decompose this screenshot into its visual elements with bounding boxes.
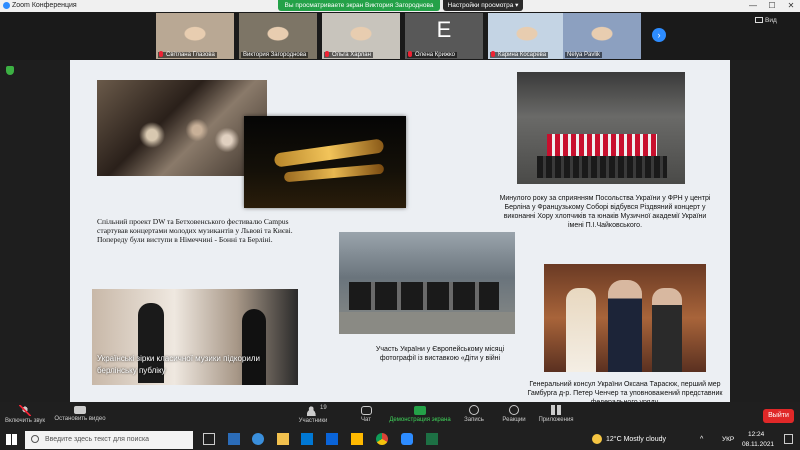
participant-name: Ольга Харлан xyxy=(324,52,373,58)
file-explorer-icon[interactable] xyxy=(277,433,289,445)
microphone-muted-icon xyxy=(159,51,163,57)
choir-concert-photo xyxy=(517,72,685,184)
store-app-icon[interactable] xyxy=(301,433,313,445)
reactions-button[interactable]: Реакции xyxy=(494,402,534,430)
view-options-button[interactable]: Настройки просмотра ▾ xyxy=(443,0,523,11)
photo-exhibition-photo xyxy=(339,232,515,334)
chat-button[interactable]: Чат xyxy=(348,402,384,430)
share-screen-button[interactable]: Демонстрация экрана xyxy=(386,402,454,430)
leave-meeting-button[interactable]: Выйти xyxy=(763,409,794,423)
excel-app-icon[interactable] xyxy=(426,433,438,445)
participant-tile[interactable]: Карина Косарева xyxy=(488,13,566,59)
record-icon xyxy=(469,405,479,415)
windows-start-icon[interactable] xyxy=(6,434,17,445)
participant-name: Олена Крижко xyxy=(407,52,457,58)
mail-app-icon[interactable] xyxy=(326,433,338,445)
microphone-muted-icon xyxy=(325,51,329,57)
stop-video-button[interactable]: Остановить видео xyxy=(52,402,108,430)
participant-tile[interactable]: Ольга Харлан xyxy=(322,13,400,59)
taskbar-search-input[interactable]: Введите здесь текст для поиска xyxy=(25,431,193,449)
apps-button[interactable]: Приложения xyxy=(534,402,578,430)
participant-name: Карина Косарева xyxy=(490,52,549,58)
shield-icon[interactable] xyxy=(6,66,14,75)
minimize-button[interactable]: — xyxy=(744,0,762,12)
smiley-icon xyxy=(509,405,519,415)
participant-name: Світлана Глазова xyxy=(158,52,217,58)
participant-initial: E xyxy=(436,17,452,42)
microphone-muted-icon xyxy=(408,51,412,57)
chat-bubble-icon xyxy=(360,406,372,415)
edge-browser-icon[interactable] xyxy=(252,433,264,445)
record-label: Запись xyxy=(464,417,484,423)
unmute-button[interactable]: Включить звук xyxy=(2,402,48,430)
microphone-muted-icon xyxy=(491,51,495,57)
classical-stars-photo: Українські зірки класичної музики підкор… xyxy=(92,289,298,385)
brass-section-photo xyxy=(244,116,406,208)
participants-button[interactable]: Участники xyxy=(292,402,334,430)
sticky-notes-icon[interactable] xyxy=(351,433,363,445)
gallery-next-button[interactable]: › xyxy=(652,28,666,42)
apps-grid-icon xyxy=(551,405,561,415)
zoom-logo-icon xyxy=(3,2,10,9)
caption-classical-stars: Українські зірки класичної музики підкор… xyxy=(97,354,260,375)
share-screen-icon xyxy=(414,406,426,415)
participants-icon xyxy=(307,405,319,416)
task-view-icon[interactable] xyxy=(203,433,215,445)
participant-tile[interactable]: E Олена Крижко xyxy=(405,13,483,59)
caption-photo-exhibition: Участь України у Європейському місяці фо… xyxy=(375,346,505,362)
clock-date[interactable]: 08.11.2021 xyxy=(742,441,774,448)
presentation-slide: Спільний проект DW та Бетховенського фес… xyxy=(70,60,730,406)
participant-tile[interactable]: Nelya Pavlik xyxy=(563,13,641,59)
caption-choir-concert: Минулого року за сприянням Посольства Ук… xyxy=(499,195,711,229)
record-button[interactable]: Запись xyxy=(456,402,492,430)
chat-label: Чат xyxy=(361,417,371,423)
consul-meeting-photo xyxy=(544,264,706,372)
reactions-label: Реакции xyxy=(502,417,526,423)
participant-tile[interactable]: Виктория Загороднова xyxy=(239,13,317,59)
keyboard-language[interactable]: УКР xyxy=(722,436,734,443)
participants-count: 19 xyxy=(320,405,327,411)
microphone-muted-icon xyxy=(19,405,31,416)
video-camera-icon xyxy=(74,406,86,414)
close-button[interactable]: ✕ xyxy=(782,0,800,12)
unmute-label: Включить звук xyxy=(4,418,45,424)
view-grid-icon[interactable] xyxy=(755,17,763,23)
orchestra-photo xyxy=(97,80,267,176)
share-banner: Вы просматриваете экран Виктория Загород… xyxy=(278,0,440,11)
participants-label: Участники xyxy=(298,418,328,424)
participant-name: Виктория Загороднова xyxy=(241,52,309,58)
weather-status[interactable]: 12°C Mostly cloudy xyxy=(606,436,666,443)
tray-arrow-icon[interactable]: ^ xyxy=(700,436,703,443)
calculator-app-icon[interactable] xyxy=(228,433,240,445)
apps-label: Приложения xyxy=(538,417,574,423)
participant-name: Nelya Pavlik xyxy=(565,52,603,58)
zoom-app-icon[interactable] xyxy=(401,433,413,445)
chrome-browser-icon[interactable] xyxy=(376,433,388,445)
stop-video-label: Остановить видео xyxy=(54,416,106,422)
window-title: Zoom Конференция xyxy=(12,2,77,9)
participant-tile[interactable]: Світлана Глазова xyxy=(156,13,234,59)
notifications-icon[interactable] xyxy=(784,434,793,444)
caption-dw-project: Спільний проект DW та Бетховенського фес… xyxy=(97,217,293,244)
clock-time[interactable]: 12:24 xyxy=(748,431,764,438)
maximize-button[interactable]: ☐ xyxy=(763,0,781,12)
search-icon xyxy=(31,435,39,443)
share-screen-label: Демонстрация экрана xyxy=(389,417,451,423)
gallery-strip xyxy=(0,12,800,60)
view-button[interactable]: Вид xyxy=(765,17,777,24)
weather-icon xyxy=(592,434,602,444)
